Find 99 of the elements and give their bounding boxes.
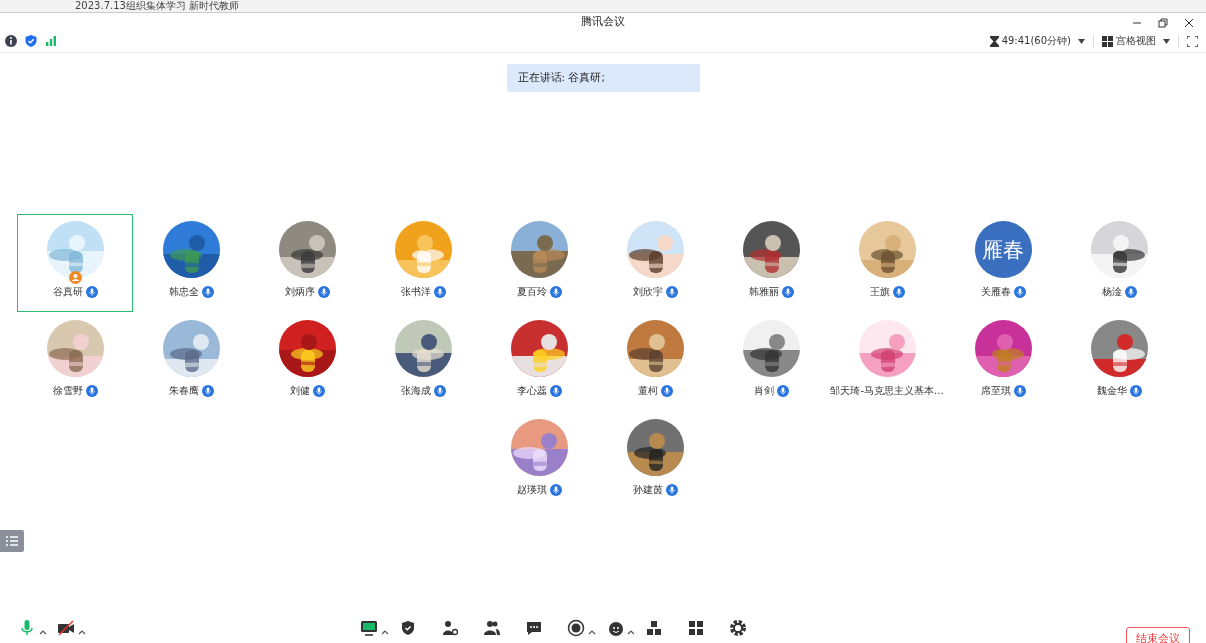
- participant-name: 张海成: [400, 384, 431, 398]
- timer-control[interactable]: 49:41(60分钟): [981, 34, 1094, 48]
- participant-tile[interactable]: 张书洋: [365, 214, 481, 312]
- fullscreen-icon[interactable]: [1187, 35, 1198, 47]
- microphone-icon: [776, 385, 789, 397]
- participant-name: 邹天琦-马克思主义基本...: [830, 384, 944, 398]
- list-icon: [6, 536, 18, 546]
- participant-name: 徐雪野: [52, 384, 83, 398]
- list-button[interactable]: [0, 530, 24, 552]
- participant-name: 朱春鹰: [168, 384, 199, 398]
- speaking-banner: 正在讲话: 谷真研;: [506, 64, 700, 92]
- participant-tile[interactable]: 孙建茵: [597, 412, 713, 510]
- participant-tile[interactable]: 朱春鹰: [133, 313, 249, 411]
- participant-tile[interactable]: 王旗: [829, 214, 945, 312]
- microphone-icon: [665, 286, 678, 298]
- microphone-icon: [85, 385, 98, 397]
- participant-tile[interactable]: 刘炳序: [249, 214, 365, 312]
- microphone-icon: [549, 286, 562, 298]
- participant-tile[interactable]: 徐雪野: [17, 313, 133, 411]
- screen-share-icon[interactable]: [360, 619, 378, 637]
- microphone-icon: [660, 385, 673, 397]
- settings-icon[interactable]: [729, 619, 747, 637]
- participant-tile[interactable]: 邹天琦-马克思主义基本...: [829, 313, 945, 411]
- microphone-icon: [1129, 385, 1142, 397]
- participants-icon[interactable]: [483, 619, 501, 637]
- participant-tile[interactable]: 赵瑛琪: [481, 412, 597, 510]
- shield-icon[interactable]: [399, 619, 417, 637]
- caret-icon[interactable]: [78, 628, 86, 636]
- info-icon[interactable]: [4, 34, 18, 48]
- participant-tile[interactable]: 韩雅丽: [713, 214, 829, 312]
- end-meeting-button[interactable]: 结束会议: [1126, 627, 1190, 643]
- microphone-icon: [312, 385, 325, 397]
- participant-tile[interactable]: 张海成: [365, 313, 481, 411]
- participant-tile[interactable]: 刘欣宇: [597, 214, 713, 312]
- chat-icon[interactable]: [525, 619, 543, 637]
- microphone-icon: [781, 286, 794, 298]
- emoji-icon[interactable]: [606, 619, 624, 637]
- participant-tile[interactable]: 韩忠全: [133, 214, 249, 312]
- participant-tile[interactable]: 夏百玲: [481, 214, 597, 312]
- participant-name: 夏百玲: [516, 285, 547, 299]
- microphone-icon: [433, 385, 446, 397]
- participant-name: 关雁春: [980, 285, 1011, 299]
- avatar: 雁春: [974, 221, 1032, 278]
- microphone-icon: [892, 286, 905, 298]
- participant-name: 李心蕊: [516, 384, 547, 398]
- participant-tile[interactable]: 刘健: [249, 313, 365, 411]
- window-title: 2023.7.13组织集体学习 新时代教师: [75, 0, 240, 12]
- caret-icon[interactable]: [39, 628, 47, 636]
- dropdown-icon[interactable]: [1163, 38, 1170, 44]
- participant-name: 魏金华: [1096, 384, 1127, 398]
- record-icon[interactable]: [567, 619, 585, 637]
- participant-name: 刘健: [289, 384, 310, 398]
- microphone-icon: [201, 286, 214, 298]
- participant-tile[interactable]: 李心蕊: [481, 313, 597, 411]
- microphone-icon: [201, 385, 214, 397]
- microphone-icon: [665, 484, 678, 496]
- participant-name: 韩忠全: [168, 285, 199, 299]
- dropdown-icon[interactable]: [1078, 38, 1085, 44]
- signal-icon[interactable]: [44, 34, 58, 48]
- grid-icon: [1102, 35, 1113, 47]
- restore-icon[interactable]: [1156, 16, 1170, 30]
- participant-name: 孙建茵: [632, 483, 663, 497]
- participant-tile[interactable]: 杨淦: [1061, 214, 1177, 312]
- caret-icon[interactable]: [627, 628, 635, 636]
- caret-icon[interactable]: [381, 628, 389, 636]
- participant-name: 席至琪: [980, 384, 1011, 398]
- microphone-icon: [433, 286, 446, 298]
- participant-tile[interactable]: 谷真研: [17, 214, 133, 312]
- microphone-icon: [549, 385, 562, 397]
- participant-tile[interactable]: 肖剑: [713, 313, 829, 411]
- caret-icon[interactable]: [588, 628, 596, 636]
- participant-name: 张书洋: [400, 285, 431, 299]
- camera-off-icon[interactable]: [57, 619, 75, 637]
- hourglass-icon: [989, 35, 999, 47]
- participant-name: 谷真研: [52, 285, 83, 299]
- participant-name: 王旗: [869, 285, 890, 299]
- microphone-icon: [1124, 286, 1137, 298]
- close-icon[interactable]: [1182, 16, 1196, 30]
- microphone-icon: [85, 286, 98, 298]
- window-title: 腾讯会议: [581, 14, 625, 29]
- microphone-icon: [1013, 286, 1026, 298]
- participant-name: 刘炳序: [284, 285, 315, 299]
- participant-name: 赵瑛琪: [516, 483, 547, 497]
- apps-icon[interactable]: [645, 619, 663, 637]
- microphone-icon: [549, 484, 562, 496]
- participant-name: 刘欣宇: [632, 285, 663, 299]
- participant-tile[interactable]: 董柯: [597, 313, 713, 411]
- participant-tile[interactable]: 席至琪: [945, 313, 1061, 411]
- participant-name: 董柯: [637, 384, 658, 398]
- participant-name: 韩雅丽: [748, 285, 779, 299]
- layout-icon[interactable]: [687, 619, 705, 637]
- participant-tile[interactable]: 魏金华: [1061, 313, 1177, 411]
- microphone-icon: [317, 286, 330, 298]
- invite-person-icon[interactable]: [441, 619, 459, 637]
- participant-name: 肖剑: [753, 384, 774, 398]
- microphone-icon: [1013, 385, 1026, 397]
- participant-tile[interactable]: 雁春 关雁春: [945, 214, 1061, 312]
- view-control[interactable]: 宫格视图: [1094, 34, 1179, 48]
- participant-name: 杨淦: [1101, 285, 1122, 299]
